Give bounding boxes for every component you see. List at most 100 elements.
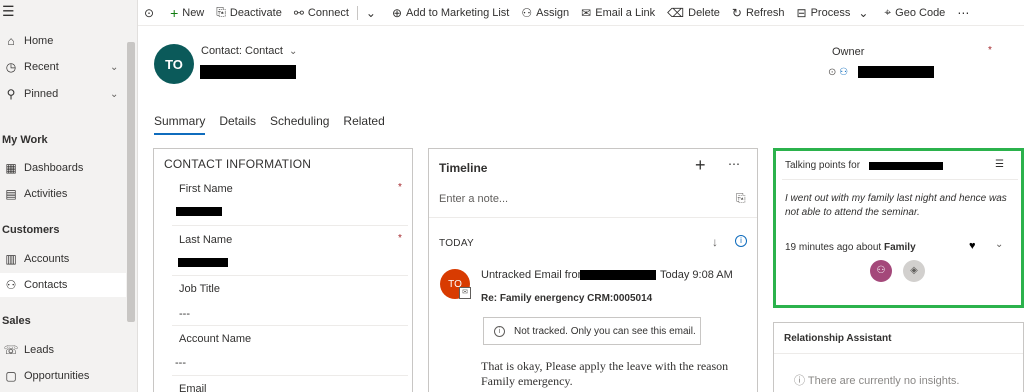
more-icon: ⋯ — [957, 5, 970, 20]
sidebar-item-contacts[interactable]: ⚇ Contacts — [0, 273, 126, 297]
process-button[interactable]: ⊟ Process ⌄ — [791, 0, 879, 26]
tab-summary[interactable]: Summary — [154, 114, 206, 135]
first-name-field[interactable] — [176, 207, 222, 216]
account-name-label: Account Name — [179, 333, 252, 345]
sidebar-item-label: Pinned — [24, 88, 59, 100]
add-to-marketing-list-button[interactable]: ⊕ Add to Marketing List — [386, 0, 515, 26]
chevron-down-icon[interactable]: ⌄ — [110, 62, 126, 73]
chevron-down-icon[interactable]: ⌄ — [995, 239, 1003, 250]
account-name-field[interactable]: --- — [175, 357, 186, 369]
sidebar-item-label: Leads — [24, 344, 54, 356]
connect-label: Connect — [307, 6, 349, 19]
more-icon[interactable]: ⋯ — [728, 157, 740, 171]
tab-details[interactable]: Details — [219, 114, 256, 135]
timeline-entry-from: Untracked Email from — [481, 269, 587, 281]
geo-code-label: Geo Code — [895, 6, 946, 19]
refresh-label: Refresh — [745, 6, 785, 19]
section-title: CONTACT INFORMATION — [164, 157, 312, 171]
sidebar-item-pinned[interactable]: ⚲ Pinned ⌄ — [0, 82, 126, 106]
sidebar-item-label: Home — [24, 35, 54, 47]
tab-scheduling[interactable]: Scheduling — [270, 114, 329, 135]
contact-information-section: CONTACT INFORMATION First Name * Last Na… — [153, 148, 413, 392]
connect-dropdown-button[interactable]: ⌄ — [360, 0, 386, 26]
field-divider — [172, 225, 408, 226]
note-input[interactable]: Enter a note... — [439, 193, 508, 205]
delete-label: Delete — [688, 6, 720, 19]
assign-button[interactable]: ⚇ Assign — [515, 0, 575, 26]
required-indicator: * — [398, 233, 402, 244]
record-name-redacted — [200, 65, 296, 79]
sidebar-scrollbar[interactable] — [127, 42, 135, 322]
talking-points-title: Talking points for — [785, 160, 861, 171]
required-indicator: * — [988, 45, 992, 56]
tab-related[interactable]: Related — [343, 114, 384, 135]
no-insights-message: ⓘ There are currently no insights. — [794, 372, 960, 388]
hamburger-menu-icon[interactable]: ☰ — [2, 4, 15, 18]
job-title-field[interactable]: --- — [179, 308, 190, 320]
deactivate-label: Deactivate — [229, 6, 282, 19]
no-insights-text: There are currently no insights. — [807, 375, 960, 387]
sidebar-item-dashboards[interactable]: ▦ Dashboards — [0, 156, 126, 180]
card-divider — [782, 179, 1018, 180]
sidebar-item-leads[interactable]: ☏ Leads — [0, 338, 126, 362]
owner-name-redacted[interactable] — [858, 66, 934, 78]
delete-button[interactable]: ⌫ Delete — [661, 0, 726, 26]
sidebar-item-opportunities[interactable]: ▢ Opportunities — [0, 364, 126, 388]
timeline-entry-body: That is okay, Please apply the leave wit… — [481, 359, 729, 388]
sidebar-item-label: Activities — [24, 188, 68, 200]
add-icon[interactable]: + — [695, 155, 706, 176]
last-name-label: Last Name — [179, 234, 233, 246]
pin-icon: ⚲ — [6, 87, 16, 101]
field-divider — [172, 375, 408, 376]
sender-redacted — [580, 270, 656, 280]
sort-down-icon[interactable]: ↓ — [712, 235, 718, 249]
site-map-sidebar: ☰ ⌂ Home ◷ Recent ⌄ ⚲ Pinned ⌄ My Work ▦… — [0, 0, 138, 392]
clock-icon: ◷ — [5, 60, 17, 74]
new-label: New — [182, 6, 205, 19]
dashboard-icon: ▦ — [5, 161, 17, 175]
talking-points-meta: 19 minutes ago about Family — [785, 242, 916, 253]
deactivate-button[interactable]: ⎘ Deactivate — [210, 0, 288, 26]
sidebar-item-label: Contacts — [24, 279, 68, 291]
timeline-section: Timeline + ⋯ Enter a note... ⎘ TODAY ↓ i… — [428, 148, 758, 392]
command-separator — [356, 5, 358, 20]
command-bar: ⊙ + New ⎘ Deactivate ⚯ Connect ⌄ ⊕ Add to Ma… — [138, 0, 1024, 26]
section-sales: Sales — [2, 315, 31, 327]
info-icon[interactable]: i — [735, 235, 747, 247]
sidebar-item-activities[interactable]: ▤ Activities — [0, 182, 126, 206]
required-indicator: * — [398, 182, 402, 193]
section-customers: Customers — [2, 224, 60, 236]
activities-icon: ▤ — [5, 187, 17, 201]
chevron-down-icon[interactable]: ⌄ — [110, 89, 126, 100]
sidebar-item-home[interactable]: ⌂ Home — [0, 29, 126, 53]
not-tracked-text: Not tracked. Only you can see this email… — [514, 325, 696, 337]
people-icon[interactable]: ⚇ — [870, 260, 892, 282]
entity-form-selector[interactable]: Contact: Contact ⌄ — [201, 45, 297, 57]
today-group-header: TODAY — [439, 238, 475, 249]
refresh-button[interactable]: ↻ Refresh — [726, 0, 791, 26]
back-button[interactable]: ⊙ — [138, 0, 164, 26]
info-icon: i — [494, 325, 505, 337]
sidebar-item-recent[interactable]: ◷ Recent ⌄ — [0, 55, 126, 79]
heart-icon[interactable]: ♥ — [969, 240, 976, 252]
talking-points-card: Talking points for ☰ I went out with my … — [773, 148, 1024, 308]
email-a-link-button[interactable]: ✉ Email a Link — [575, 0, 661, 26]
owner-label: Owner — [832, 46, 865, 58]
timeline-entry-subject[interactable]: Re: Family energency CRM:0005014 — [481, 293, 652, 304]
accounts-icon: ▥ — [5, 252, 17, 266]
talking-points-time: 19 minutes ago about — [785, 242, 882, 253]
last-name-field[interactable] — [178, 258, 228, 267]
geo-code-button[interactable]: ⌖ Geo Code — [878, 0, 951, 26]
section-my-work: My Work — [2, 134, 48, 146]
sidebar-item-label: Dashboards — [24, 162, 84, 174]
connect-button[interactable]: ⚯ Connect — [288, 0, 355, 26]
paperclip-icon[interactable]: ⎘ — [736, 191, 746, 206]
tag-icon[interactable]: ◈ — [903, 260, 925, 282]
more-commands-button[interactable]: ⋯ — [951, 0, 979, 26]
list-icon[interactable]: ☰ — [995, 159, 1004, 170]
field-divider — [172, 275, 408, 276]
user-icon: ⚇ — [839, 67, 849, 78]
new-button[interactable]: + New — [164, 0, 210, 26]
assign-label: Assign — [536, 6, 570, 19]
sidebar-item-accounts[interactable]: ▥ Accounts — [0, 247, 126, 271]
